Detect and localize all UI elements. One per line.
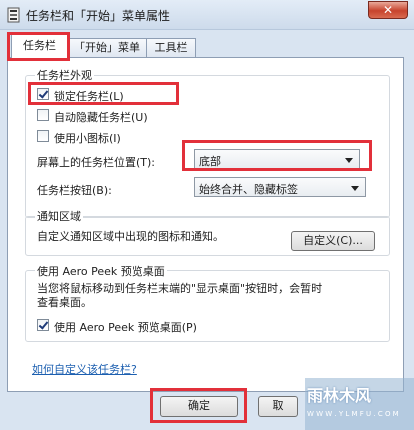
watermark-url: W W W . Y L M F U . C O M: [307, 410, 399, 418]
tab-panel: 任务栏外观 锁定任务栏(L) 自动隐藏任务栏(U) 使用小图标(I) 屏幕上的任…: [7, 57, 404, 392]
taskbar-buttons-value: 始终合并、隐藏标签: [199, 183, 298, 196]
close-icon: ✕: [382, 3, 394, 17]
tab-start-menu[interactable]: 「开始」菜单: [67, 38, 147, 57]
customize-notifications-button[interactable]: 自定义(C)...: [291, 231, 375, 251]
taskbar-position-label: 屏幕上的任务栏位置(T):: [37, 156, 156, 169]
taskbar-buttons-select[interactable]: 始终合并、隐藏标签: [194, 177, 366, 197]
small-icons-checkbox[interactable]: [37, 130, 49, 142]
notification-group-title: 通知区域: [35, 208, 83, 224]
ok-highlight-box: [150, 388, 247, 423]
close-button[interactable]: ✕: [368, 1, 408, 19]
aero-peek-checkbox-label: 使用 Aero Peek 预览桌面(P): [54, 321, 197, 334]
position-highlight-box: [182, 140, 372, 171]
watermark-brand: 雨林木风: [307, 386, 372, 405]
tab-highlight-box: [7, 32, 70, 61]
cancel-button[interactable]: 取: [258, 396, 298, 417]
appearance-group-title: 任务栏外观: [35, 67, 94, 83]
small-icons-label: 使用小图标(I): [54, 132, 121, 145]
notification-description: 自定义通知区域中出现的图标和通知。: [37, 230, 224, 243]
auto-hide-checkbox[interactable]: [37, 109, 49, 121]
tab-toolbars-label: 工具栏: [154, 41, 188, 54]
window-title: 任务栏和「开始」菜单属性: [26, 9, 171, 23]
taskbar-buttons-label: 任务栏按钮(B):: [37, 184, 112, 197]
chevron-down-icon: [351, 186, 359, 191]
watermark: 雨林木风 W W W . Y L M F U . C O M: [305, 378, 414, 430]
tab-start-menu-label: 「开始」菜单: [74, 41, 140, 54]
lock-taskbar-highlight-box: [28, 82, 179, 105]
help-link[interactable]: 如何自定义该任务栏?: [32, 361, 137, 377]
tab-toolbars[interactable]: 工具栏: [146, 38, 196, 57]
auto-hide-label: 自动隐藏任务栏(U): [54, 111, 148, 124]
aero-peek-checkbox[interactable]: [37, 319, 49, 331]
aero-peek-group-title: 使用 Aero Peek 预览桌面: [35, 263, 167, 279]
aero-peek-description-2: 查看桌面。: [37, 296, 92, 309]
taskbar-properties-icon: [7, 7, 20, 23]
